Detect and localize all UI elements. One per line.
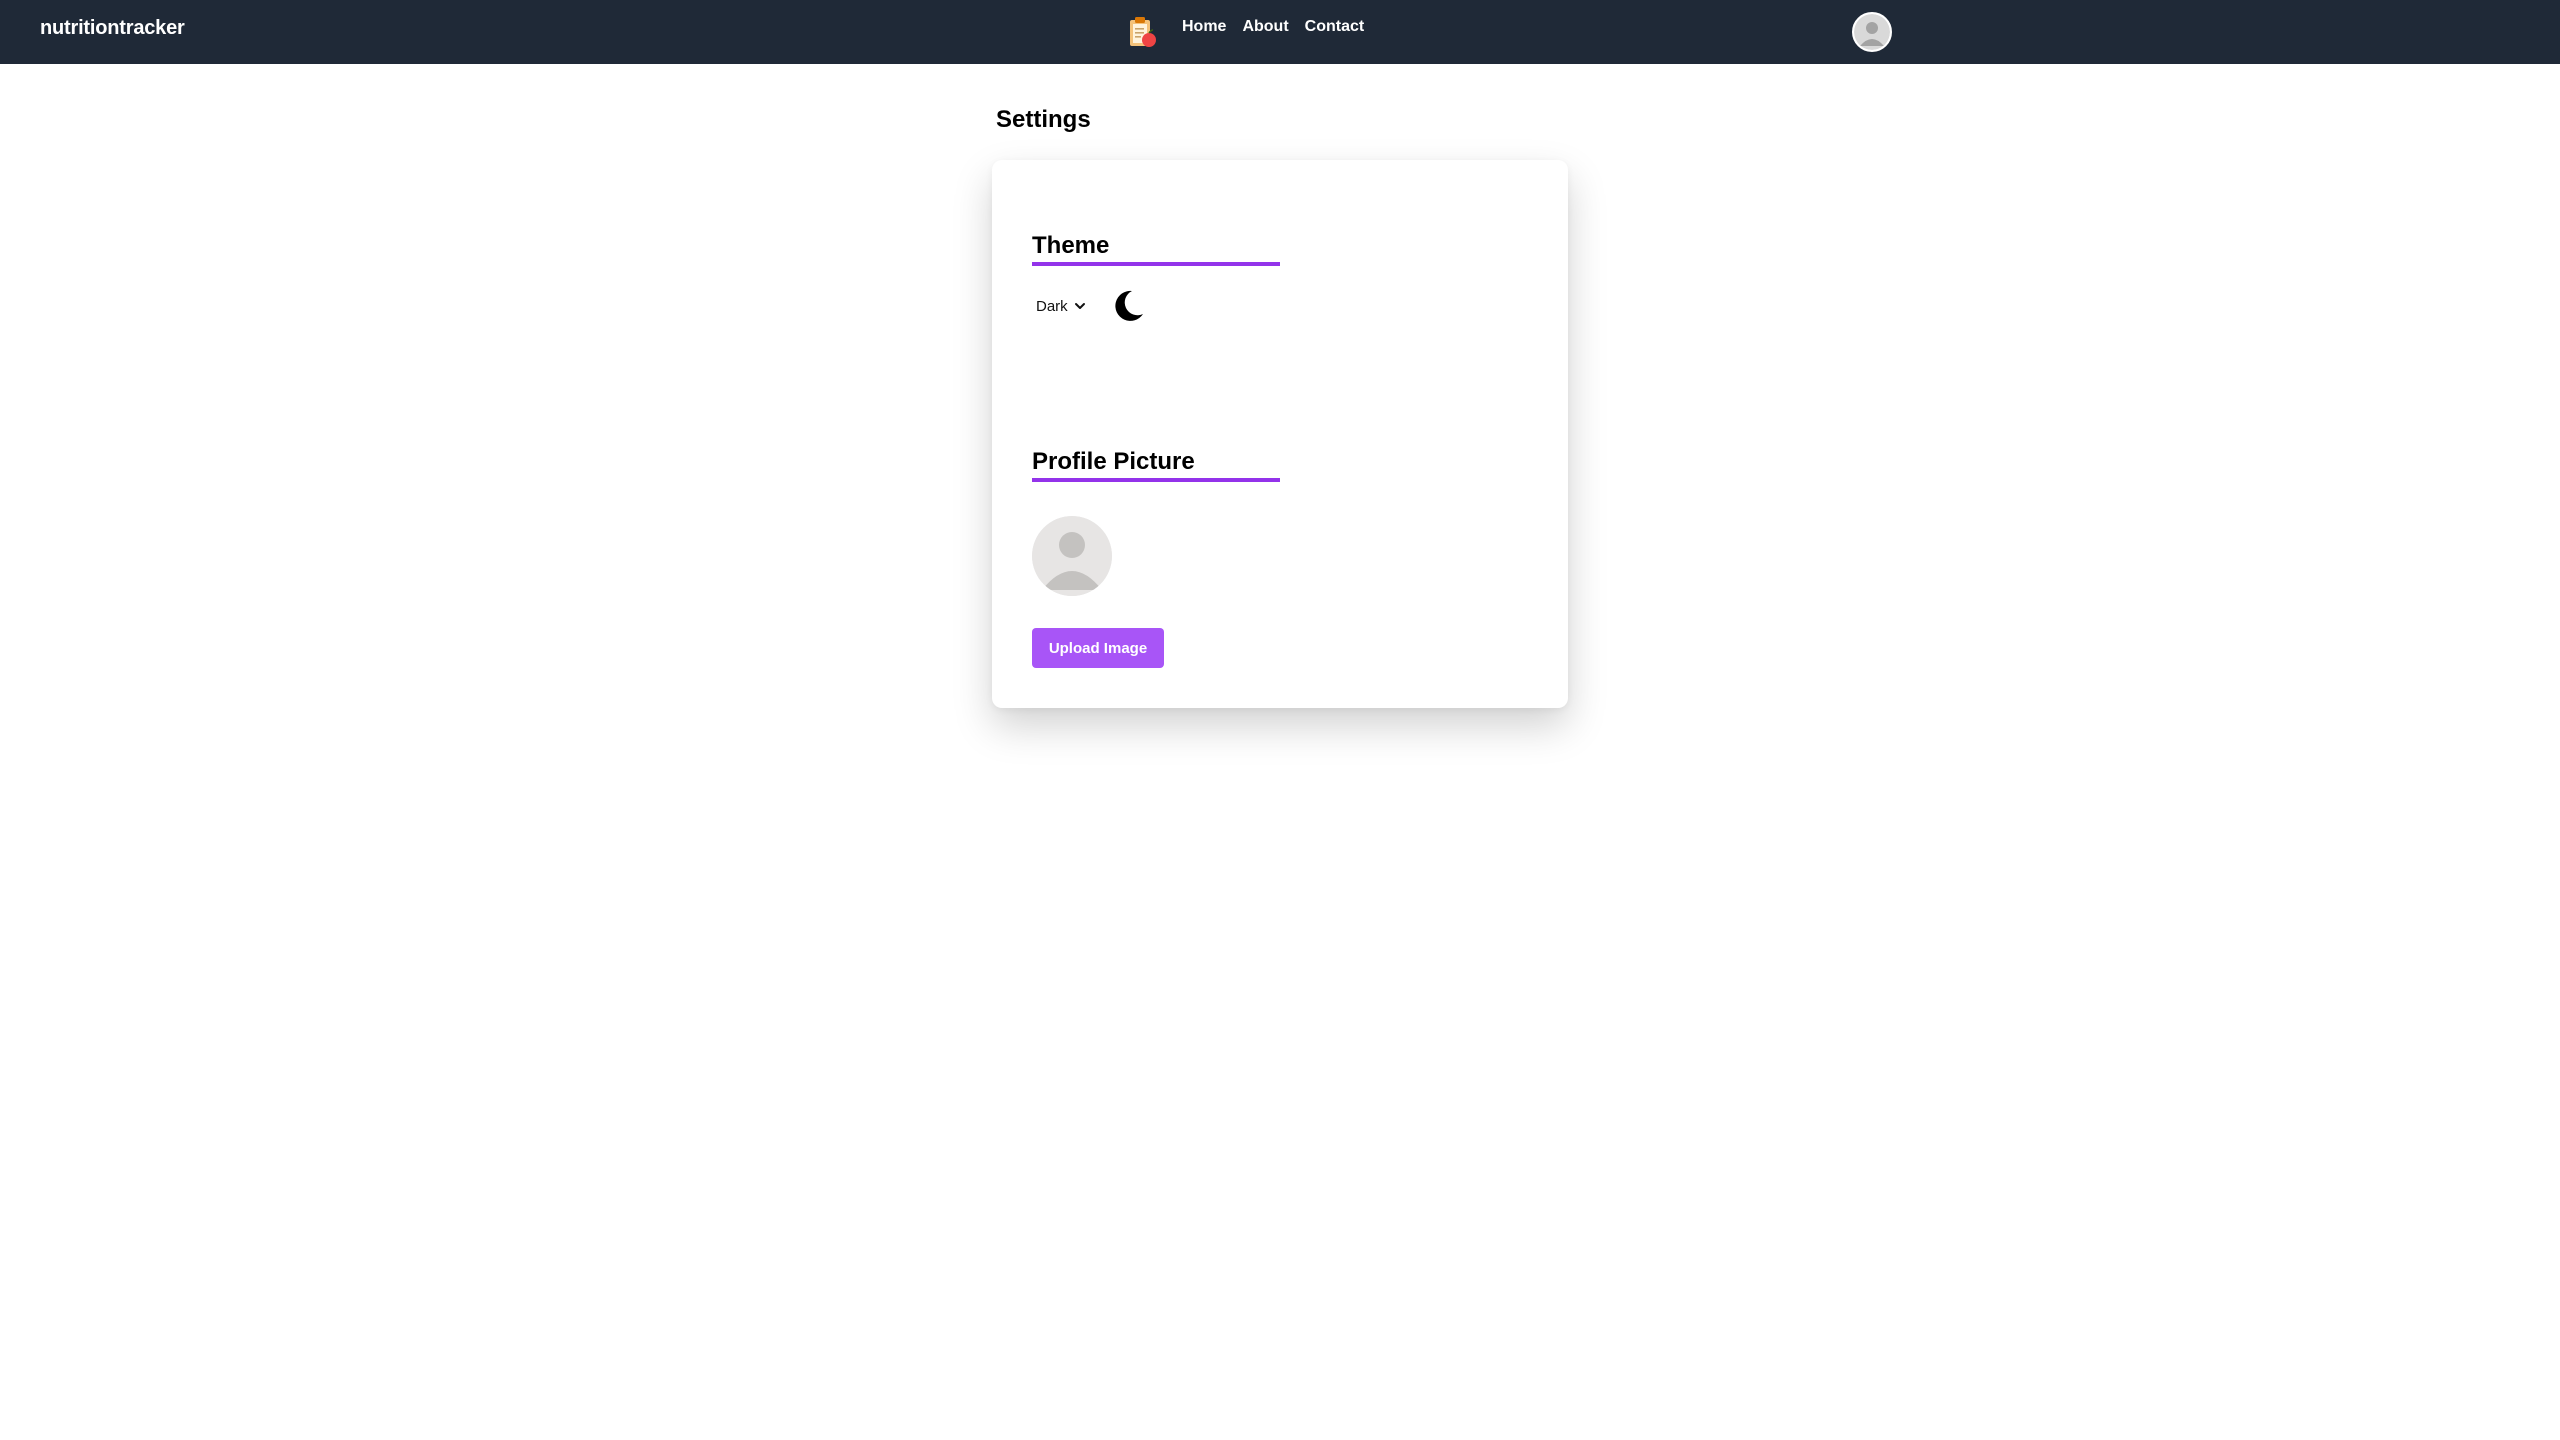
theme-select-value: Dark <box>1036 297 1068 315</box>
user-avatar-icon <box>1854 14 1890 50</box>
nav-link-home[interactable]: Home <box>1182 18 1226 36</box>
profile-picture-heading: Profile Picture <box>1032 448 1280 482</box>
page-title: Settings <box>996 106 1091 133</box>
profile-avatar <box>1032 516 1112 596</box>
default-avatar-icon <box>1032 516 1112 596</box>
nav-link-contact[interactable]: Contact <box>1305 18 1365 36</box>
theme-row: Dark <box>1032 288 1146 324</box>
top-navbar: nutritiontracker Home About Contact <box>0 0 2560 64</box>
upload-image-button[interactable]: Upload Image <box>1032 628 1164 668</box>
brand-name[interactable]: nutritiontracker <box>40 17 185 40</box>
chevron-down-icon <box>1074 303 1085 309</box>
settings-card: Theme Dark Profile Picture Upload Image <box>992 160 1568 708</box>
user-avatar-button[interactable] <box>1852 12 1892 52</box>
moon-icon[interactable] <box>1110 288 1146 324</box>
clipboard-apple-icon[interactable] <box>1124 14 1160 50</box>
theme-heading: Theme <box>1032 232 1280 266</box>
theme-select[interactable]: Dark <box>1032 298 1090 315</box>
main-nav: Home About Contact <box>1182 18 1364 36</box>
nav-link-about[interactable]: About <box>1242 18 1288 36</box>
